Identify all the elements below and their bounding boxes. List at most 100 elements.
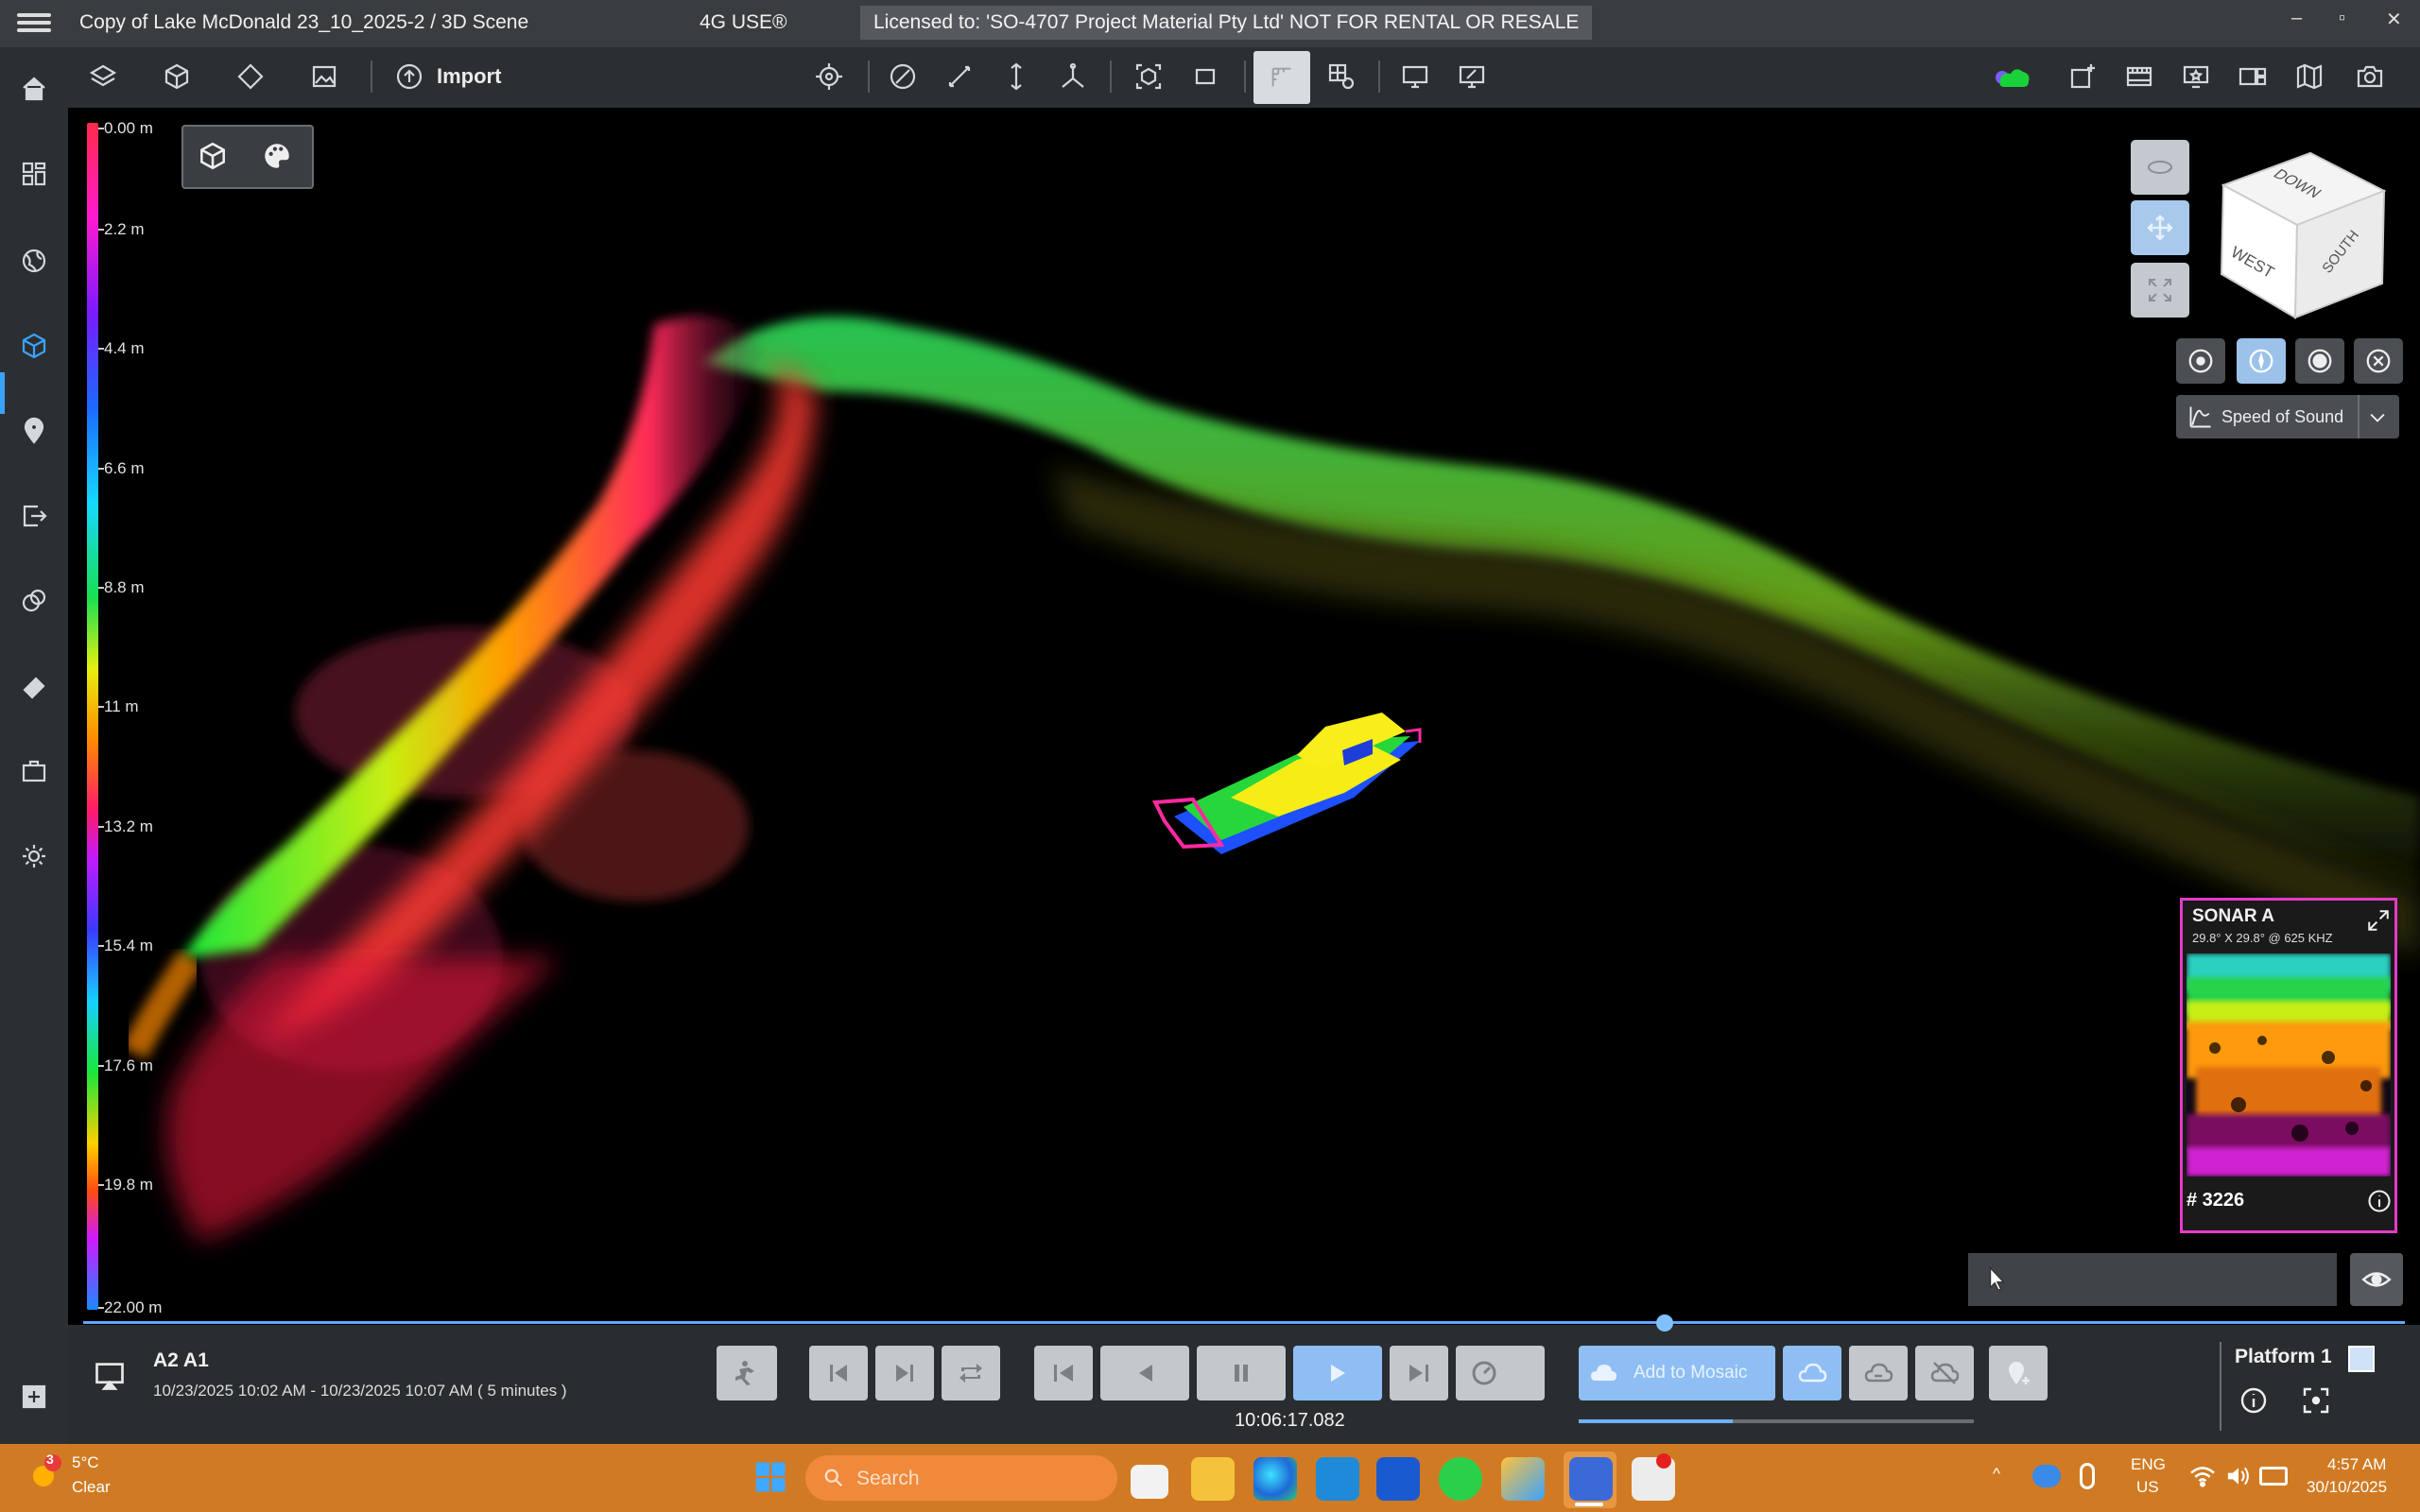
minimize-button[interactable]: – — [2291, 8, 2302, 29]
copilot-icon[interactable] — [1501, 1457, 1545, 1501]
presentation-icon[interactable] — [2174, 55, 2218, 98]
import-icon[interactable] — [388, 55, 431, 98]
active-app-indicator — [1575, 1503, 1603, 1506]
scene-3d-icon[interactable] — [13, 325, 55, 367]
film-icon[interactable] — [2118, 55, 2161, 98]
pan-button[interactable] — [2131, 200, 2189, 255]
cloud-status-icon[interactable] — [1995, 59, 2032, 91]
skip-to-start-button[interactable] — [809, 1346, 868, 1400]
close-button[interactable]: ✕ — [2386, 8, 2402, 31]
dashboard-icon[interactable] — [13, 153, 55, 195]
target-toggle-button[interactable] — [2176, 338, 2225, 384]
platform-info-icon[interactable] — [2238, 1385, 2271, 1418]
region-code[interactable]: US — [2136, 1478, 2159, 1497]
whatsapp-icon[interactable] — [1439, 1457, 1482, 1501]
palette-icon[interactable] — [261, 140, 299, 178]
eraser-icon[interactable] — [13, 665, 55, 707]
file-explorer-icon[interactable] — [1191, 1457, 1235, 1501]
depth-label: 0.00 m — [98, 119, 153, 137]
export-icon[interactable] — [13, 495, 55, 537]
pause-button[interactable] — [1197, 1346, 1286, 1400]
map-icon[interactable] — [2288, 55, 2331, 98]
add-frame-icon[interactable] — [2061, 55, 2104, 98]
onedrive-icon[interactable] — [2032, 1465, 2061, 1487]
visibility-toggle-button[interactable] — [2350, 1253, 2403, 1306]
clear-toggle-button[interactable] — [2354, 338, 2403, 384]
maximize-button[interactable]: ▫ — [2339, 8, 2345, 29]
triangle-measure-icon[interactable] — [1051, 55, 1095, 98]
expand-panel-icon[interactable] — [2366, 908, 2391, 933]
image-icon[interactable] — [302, 55, 346, 98]
import-button[interactable]: Import — [437, 59, 501, 94]
rectangle-icon[interactable] — [1184, 55, 1227, 98]
location-pin-icon[interactable] — [13, 410, 55, 452]
crosshair-icon[interactable] — [807, 55, 851, 98]
weather-sun-icon[interactable]: 3 — [26, 1452, 64, 1491]
loop-button[interactable] — [942, 1346, 1000, 1400]
volume-icon[interactable] — [2225, 1465, 2252, 1487]
task-view-icon[interactable] — [1131, 1465, 1168, 1499]
view-cube[interactable]: DOWN WEST SOUTH — [2210, 142, 2395, 327]
outlook-icon[interactable] — [1376, 1457, 1420, 1501]
play-button[interactable] — [1293, 1346, 1382, 1400]
cloud-off-button[interactable] — [1915, 1346, 1974, 1400]
compass-toggle-button[interactable] — [2237, 338, 2286, 384]
start-menu-icon[interactable] — [752, 1459, 788, 1495]
angle-icon[interactable] — [881, 55, 925, 98]
survey-mode-button[interactable] — [717, 1346, 777, 1400]
measure-line-icon[interactable] — [938, 55, 981, 98]
view-3d-icon[interactable] — [197, 140, 234, 178]
clock-time[interactable]: 4:57 AM — [2327, 1455, 2386, 1474]
microphone-icon[interactable] — [2080, 1463, 2095, 1489]
language-code[interactable]: ENG — [2131, 1455, 2166, 1474]
add-waypoint-button[interactable] — [1989, 1346, 2048, 1400]
rewind-button[interactable] — [1100, 1346, 1189, 1400]
grid-toggle-button[interactable] — [1253, 51, 1310, 104]
timeline-track[interactable] — [83, 1321, 2405, 1324]
home-icon[interactable] — [13, 68, 55, 110]
monitor-edit-icon[interactable] — [1450, 55, 1494, 98]
sonar-panel[interactable]: SONAR A 29.8° X 29.8° @ 625 KHZ # 3226 — [2180, 898, 2397, 1233]
monitor-cast-icon[interactable] — [93, 1359, 129, 1395]
edge-browser-icon[interactable] — [1253, 1457, 1297, 1501]
box-select-icon[interactable] — [1127, 55, 1170, 98]
cloud-upload-button[interactable] — [1783, 1346, 1841, 1400]
battery-icon[interactable] — [2259, 1467, 2288, 1486]
point-cloud-render — [121, 316, 2420, 1242]
record-toggle-button[interactable] — [2295, 338, 2344, 384]
wifi-icon[interactable] — [2189, 1465, 2216, 1487]
fit-view-button[interactable] — [2131, 263, 2189, 318]
layers-icon[interactable] — [81, 55, 125, 98]
overlap-icon[interactable] — [13, 580, 55, 622]
3d-viewport[interactable] — [68, 108, 2420, 1323]
settings-icon[interactable] — [13, 835, 55, 877]
previous-frame-button[interactable] — [1034, 1346, 1093, 1400]
focus-platform-icon[interactable] — [2301, 1385, 2333, 1418]
speed-of-sound-dropdown[interactable]: Speed of Sound — [2176, 395, 2399, 438]
show-hidden-icons-icon[interactable]: ^ — [1993, 1465, 2000, 1484]
add-to-mosaic-button[interactable]: Add to Mosaic — [1579, 1346, 1775, 1400]
cloud-sync-button[interactable] — [1849, 1346, 1908, 1400]
skip-to-end-button[interactable] — [875, 1346, 934, 1400]
app-tile-icon[interactable] — [1316, 1457, 1359, 1501]
platform-color-swatch[interactable] — [2348, 1346, 2375, 1372]
taskbar-search[interactable]: Search — [805, 1455, 1117, 1501]
globe-icon[interactable] — [13, 240, 55, 282]
clock-date[interactable]: 30/10/2025 — [2307, 1478, 2387, 1497]
next-frame-button[interactable] — [1390, 1346, 1448, 1400]
sonar-app-icon[interactable] — [1569, 1457, 1613, 1501]
height-icon[interactable] — [994, 55, 1038, 98]
playback-speed-dropdown[interactable] — [1456, 1346, 1545, 1400]
gallery-icon[interactable] — [2231, 55, 2274, 98]
monitor-icon[interactable] — [1393, 55, 1437, 98]
add-panel-icon[interactable] — [13, 1376, 55, 1418]
grid-settings-icon[interactable] — [1320, 55, 1363, 98]
briefcase-icon[interactable] — [13, 750, 55, 792]
camera-icon[interactable] — [2348, 55, 2392, 98]
cube-icon[interactable] — [155, 55, 199, 98]
diamond-icon[interactable] — [229, 55, 272, 98]
hamburger-menu-icon[interactable] — [17, 9, 51, 38]
timeline-scrubber[interactable] — [1655, 1314, 1673, 1332]
info-icon[interactable] — [2366, 1188, 2393, 1214]
view-360-button[interactable] — [2131, 140, 2189, 195]
